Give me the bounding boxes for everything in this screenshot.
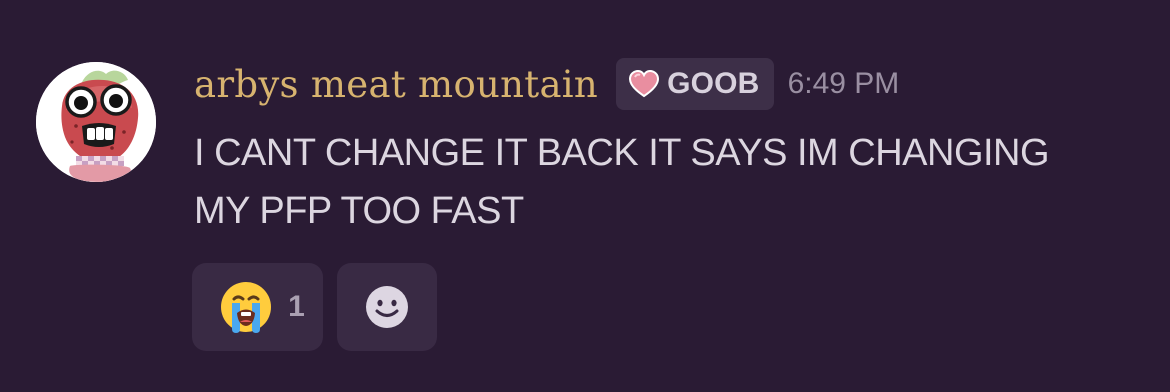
strawberry-avatar-icon — [36, 62, 156, 182]
loudly-crying-face-icon — [218, 279, 274, 335]
guild-tag-label: GOOB — [667, 67, 760, 100]
guild-tag[interactable]: GOOB — [616, 58, 774, 110]
pink-heart-icon — [628, 70, 660, 98]
username[interactable]: arbys meat mountain — [194, 66, 598, 103]
message-content: I CANT CHANGE IT BACK IT SAYS IM CHANGIN… — [194, 132, 1050, 232]
reaction-loudly-crying[interactable]: 1 — [192, 263, 323, 351]
chat-message: arbys meat mountain GOOB 6:49 PM I CANT … — [0, 0, 1170, 392]
smiley-face-icon — [362, 282, 412, 332]
reaction-count: 1 — [288, 290, 305, 323]
add-reaction-button[interactable] — [337, 263, 437, 351]
avatar[interactable] — [36, 62, 156, 182]
reaction-bar: 1 — [192, 263, 437, 351]
timestamp: 6:49 PM — [787, 67, 900, 100]
message-header: arbys meat mountain GOOB 6:49 PM — [194, 56, 899, 112]
